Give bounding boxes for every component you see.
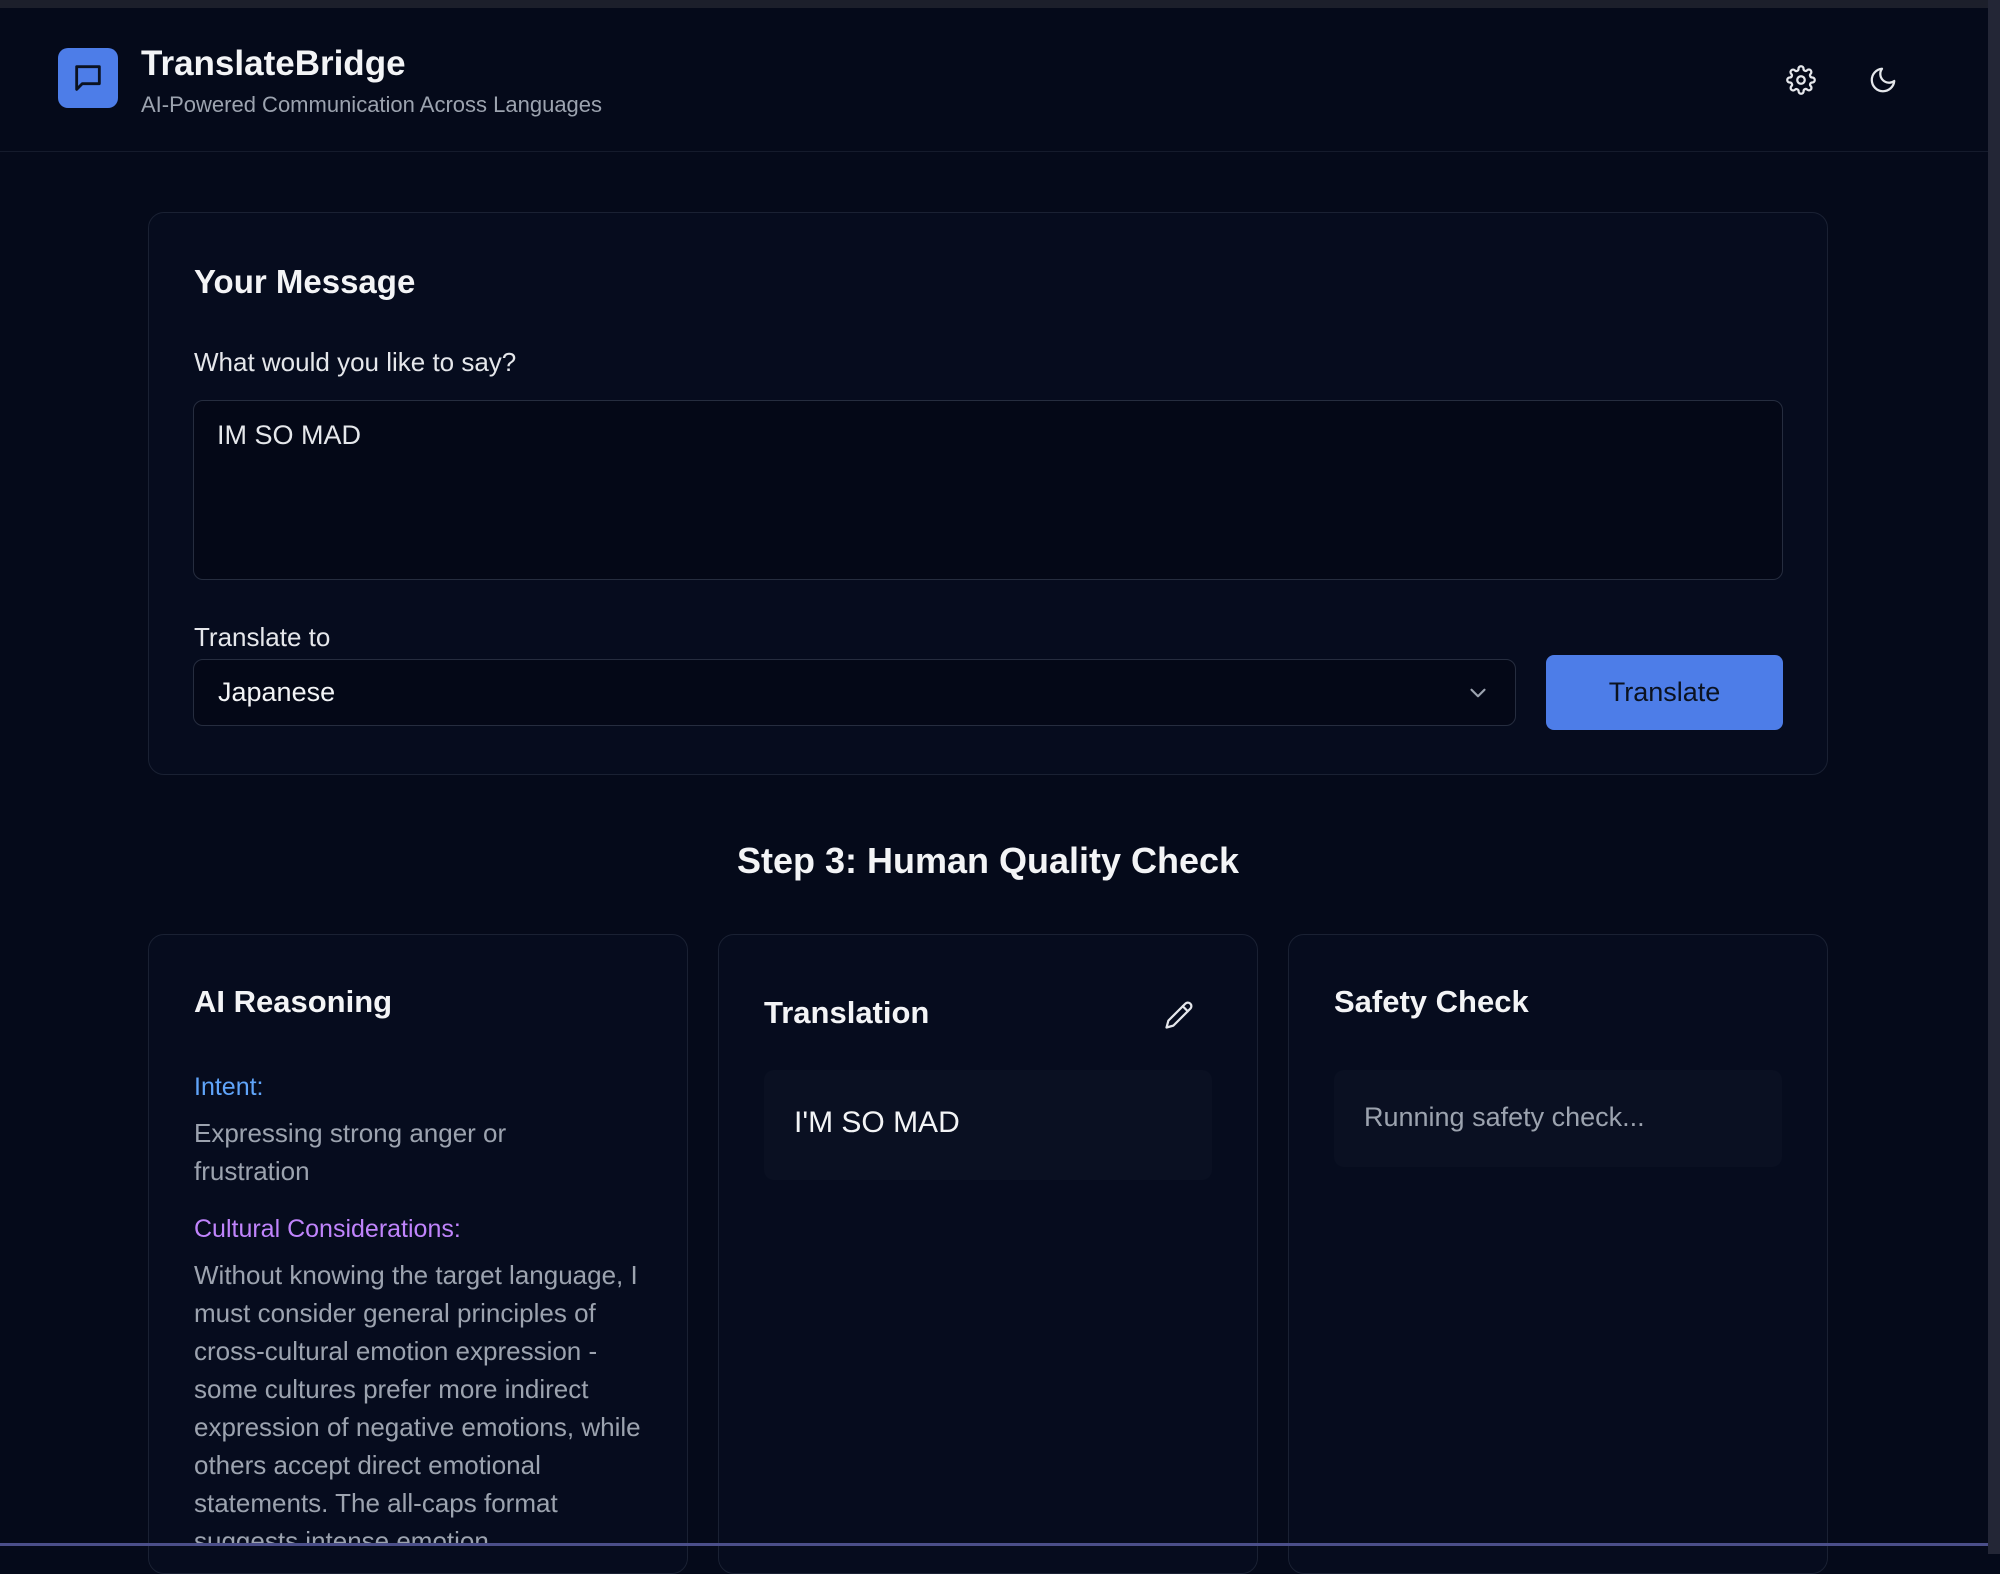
translation-output-box: I'M SO MAD — [764, 1070, 1212, 1180]
pencil-icon — [1165, 1001, 1193, 1029]
app-logo — [58, 48, 118, 108]
window-top-strip — [0, 0, 2000, 8]
message-prompt-label: What would you like to say? — [194, 347, 517, 377]
safety-status-text: Running safety check... — [1364, 1102, 1645, 1132]
settings-button[interactable] — [1781, 60, 1821, 100]
edit-translation-button[interactable] — [1160, 996, 1198, 1034]
safety-check-title: Safety Check — [1334, 984, 1529, 1019]
chat-bubble-icon — [75, 65, 101, 91]
safety-check-card — [1288, 934, 1828, 1574]
step-title: Step 3: Human Quality Check — [736, 840, 1240, 881]
translate-button[interactable]: Translate — [1546, 655, 1783, 730]
translate-to-label: Translate to — [194, 622, 331, 652]
app-subtitle: AI-Powered Communication Across Language… — [141, 92, 603, 117]
message-card-title: Your Message — [194, 263, 416, 300]
language-select[interactable]: Japanese — [193, 659, 1516, 726]
scrollbar-track[interactable] — [1988, 0, 2000, 1554]
message-input[interactable]: IM SO MAD — [193, 400, 1783, 580]
cultural-heading: Cultural Considerations: — [194, 1215, 461, 1243]
app-header: TranslateBridge AI-Powered Communication… — [0, 8, 1988, 152]
intent-heading: Intent: — [194, 1073, 264, 1101]
translated-text: I'M SO MAD — [794, 1106, 960, 1139]
chevron-down-icon — [1470, 688, 1486, 697]
moon-icon — [1870, 67, 1896, 93]
window-bottom-edge — [0, 1543, 1988, 1546]
ai-reasoning-title: AI Reasoning — [194, 984, 393, 1019]
cultural-text: Without knowing the target language, I m… — [194, 1260, 641, 1543]
translation-title: Translation — [764, 995, 930, 1030]
app-title: TranslateBridge — [141, 44, 406, 83]
intent-text: Expressing strong anger or frustration — [194, 1118, 507, 1186]
gear-icon — [1786, 65, 1816, 95]
selected-language: Japanese — [218, 677, 336, 707]
theme-toggle-button[interactable] — [1863, 60, 1903, 100]
safety-status-box: Running safety check... — [1334, 1070, 1782, 1167]
